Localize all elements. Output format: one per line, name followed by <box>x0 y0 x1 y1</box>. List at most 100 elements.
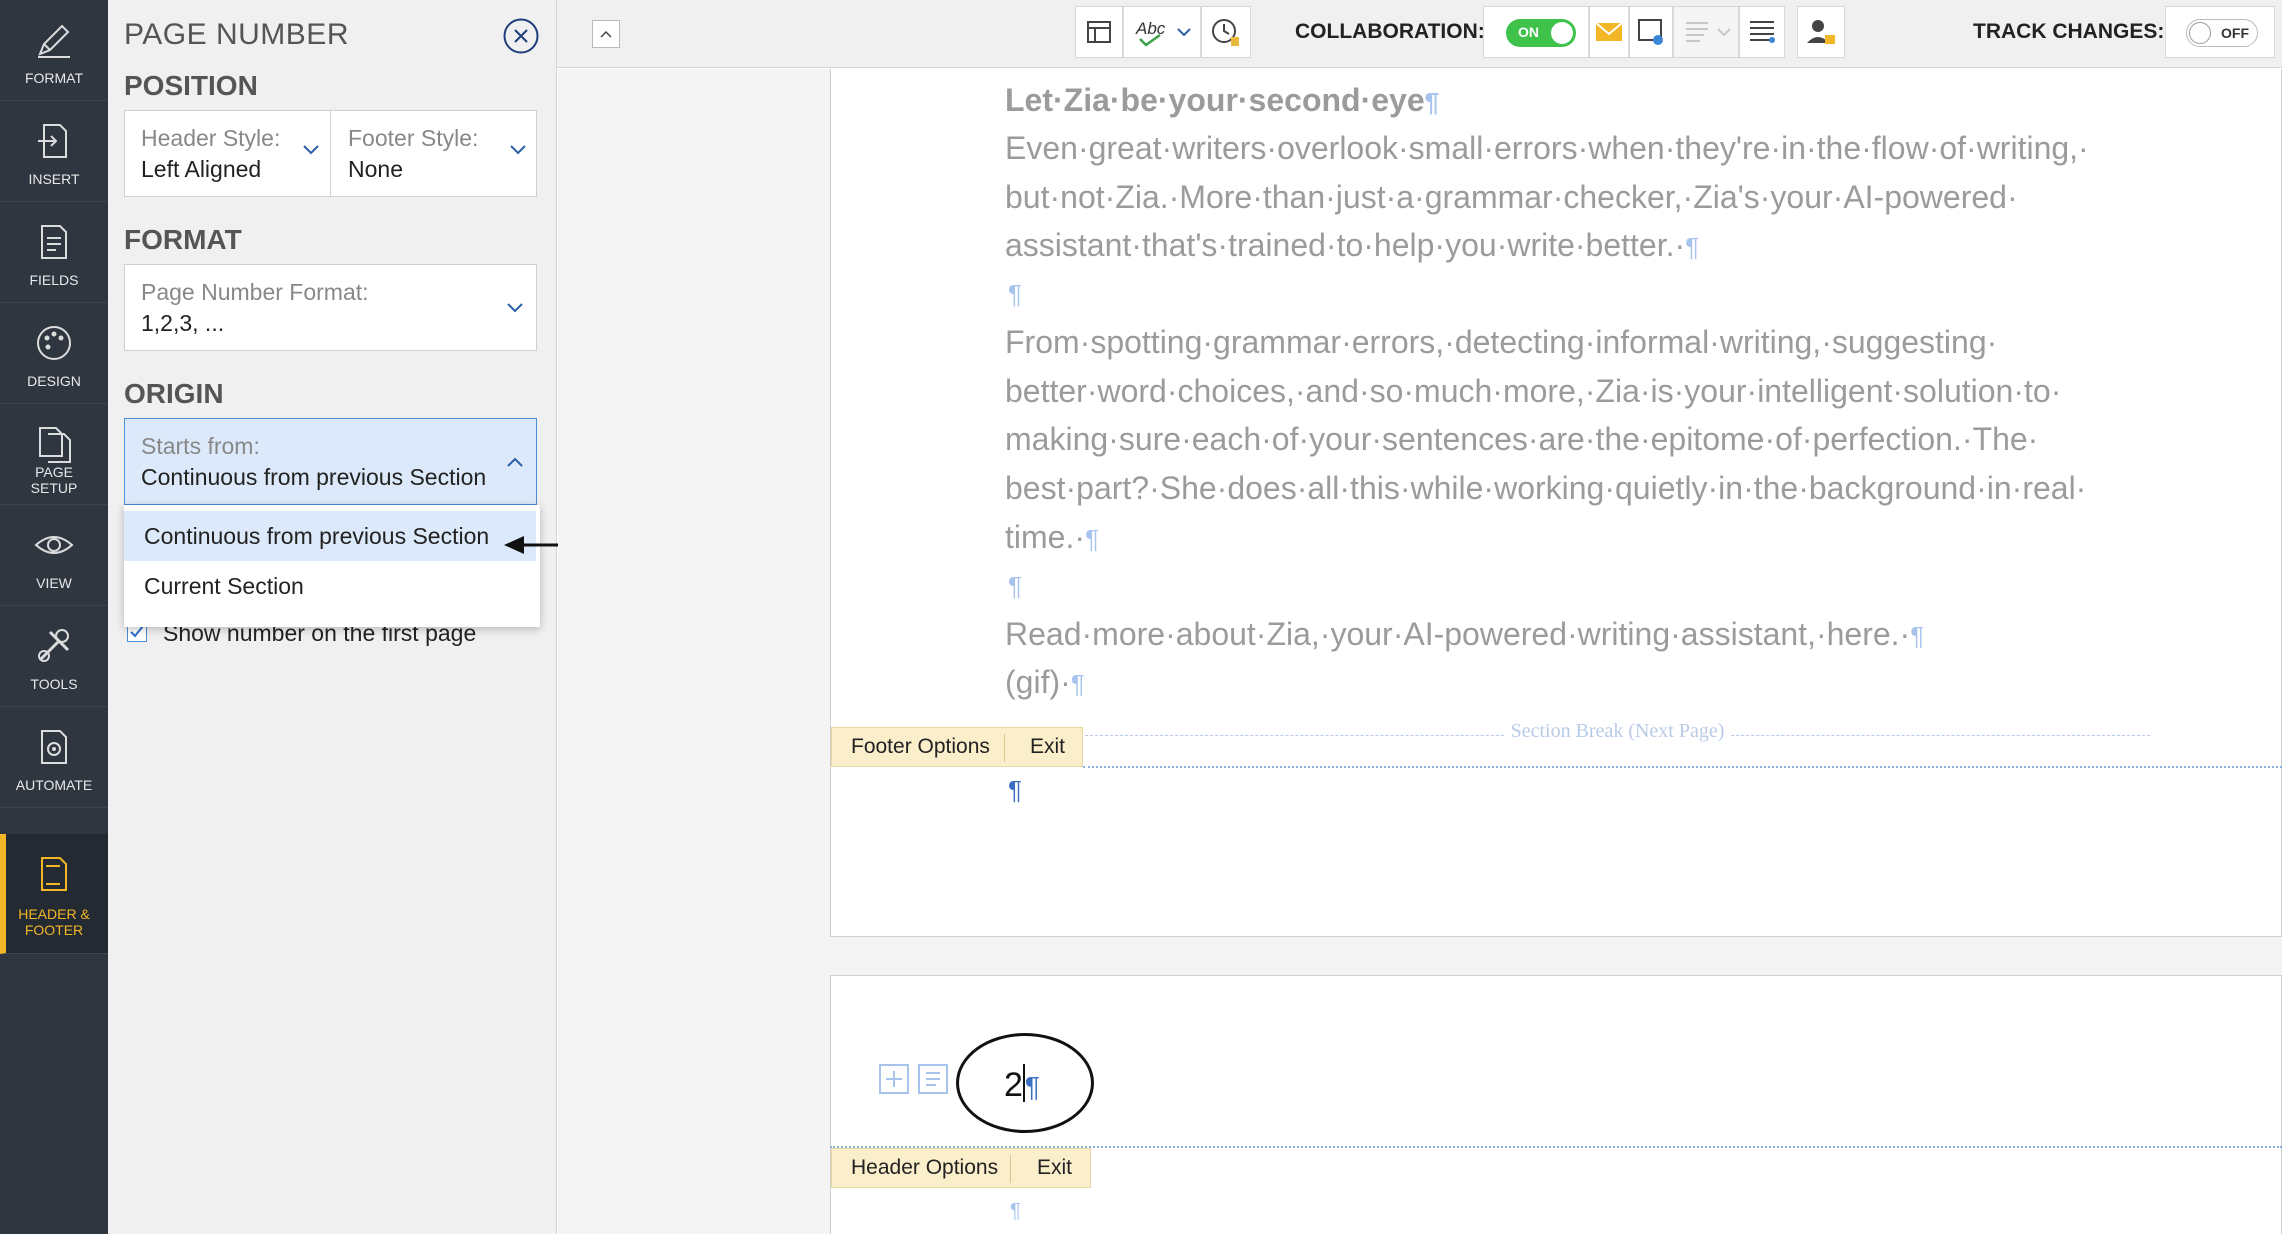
left-nav-rail: FORMAT INSERT FIELDS DESIGN PAGE SETUP V… <box>0 0 108 1234</box>
pilcrow-empty-2: ¶ <box>1008 571 1022 601</box>
doc-para3-line1[interactable]: Read·more·about·Zia,·your·AI-powered·wri… <box>1005 610 1924 660</box>
collapse-toolbar-button[interactable] <box>592 20 620 48</box>
pen-icon <box>38 24 70 58</box>
rail-label-automate: AUTOMATE <box>15 777 93 793</box>
rail-item-header-footer[interactable]: HEADER & FOOTER <box>0 834 108 954</box>
mail-button[interactable] <box>1589 6 1629 58</box>
history-icon <box>1212 19 1239 46</box>
rail-label-insert: INSERT <box>28 171 80 187</box>
doc-para2-line4[interactable]: best·part?·She·does·all·this·while·worki… <box>1005 464 2086 512</box>
doc-para3-line1-text: Read·more·about·Zia,·your·AI-powered·wri… <box>1005 616 1911 652</box>
doc-para1-line2[interactable]: but·not·Zia.·More·than·just·a·grammar·ch… <box>1005 173 2018 221</box>
starts-from-select[interactable]: Starts from: Continuous from previous Se… <box>124 418 537 505</box>
doc-heading-text: Let·Zia·be·your·second·eye <box>1005 82 1425 118</box>
toggle-knob <box>2189 22 2211 44</box>
footer-exit-button[interactable]: Exit <box>1030 728 1065 766</box>
collaboration-toggle[interactable]: ON <box>1506 19 1576 47</box>
pilcrow: ¶ <box>1424 87 1440 117</box>
doc-para3-line2-text: (gif)· <box>1005 664 1071 700</box>
track-changes-toggle-text: OFF <box>2221 25 2249 41</box>
chevron-down-icon <box>507 303 523 313</box>
notes-button[interactable] <box>1673 6 1739 58</box>
layout-button[interactable] <box>1075 6 1123 58</box>
starts-from-label: Starts from: <box>141 433 260 459</box>
format-heading: FORMAT <box>124 224 242 255</box>
insert-icon <box>38 124 67 158</box>
doc-para2-line3[interactable]: making·sure·each·of·your·sentences·are·t… <box>1005 415 2038 463</box>
page-number-format-select[interactable]: Page Number Format: 1,2,3, ... <box>124 264 537 351</box>
doc-para2-line2[interactable]: better·word·choices,·and·so·much·more,·Z… <box>1005 367 2061 415</box>
doc-para1-line3-text: assistant·that's·trained·to·help·you·wri… <box>1005 227 1686 263</box>
footer-options-button[interactable]: Footer Options <box>851 728 990 766</box>
rail-label-page-setup: PAGE SETUP <box>30 464 78 496</box>
collaboration-toggle-text: ON <box>1518 24 1539 40</box>
rail-item-page-setup[interactable]: PAGE SETUP <box>0 404 108 505</box>
rail-item-tools[interactable]: TOOLS <box>0 606 108 707</box>
close-icon[interactable] <box>503 18 539 54</box>
chevron-down-icon <box>1177 28 1191 37</box>
pilcrow-empty-1: ¶ <box>1008 279 1022 309</box>
rail-item-design[interactable]: DESIGN <box>0 303 108 404</box>
user-edit-icon <box>1807 20 1835 44</box>
header-exit-button[interactable]: Exit <box>1037 1149 1072 1187</box>
footer-boundary <box>1083 766 2282 768</box>
footer-style-value: None <box>348 156 403 182</box>
pilcrow: ¶ <box>1070 669 1085 699</box>
panel-title: PAGE NUMBER <box>124 18 349 51</box>
user-button[interactable] <box>1797 6 1845 58</box>
header-style-select[interactable]: Header Style: Left Aligned <box>125 111 331 196</box>
section-break-text: Section Break (Next Page) <box>1504 720 1731 742</box>
footer-options-tag: Footer Options Exit <box>831 727 1083 767</box>
doc-para2-line5[interactable]: time.·¶ <box>1005 513 1099 563</box>
rail-item-fields[interactable]: FIELDS <box>0 202 108 303</box>
rail-item-insert[interactable]: INSERT <box>0 101 108 202</box>
notes-icon <box>1686 22 1731 42</box>
doc-para1-line3[interactable]: assistant·that's·trained·to·help·you·wri… <box>1005 221 1699 271</box>
doc-para1-line1[interactable]: Even·great·writers·overlook·small·errors… <box>1005 124 2089 172</box>
comment-icon <box>1638 19 1663 45</box>
tag-separator <box>1010 1155 1011 1183</box>
doc-para2-line5-text: time.· <box>1005 519 1085 555</box>
comments-button[interactable] <box>1629 6 1673 58</box>
collaboration-toggle-box: ON <box>1483 6 1589 58</box>
rail-label-view: VIEW <box>36 575 72 591</box>
layout-icon <box>1087 21 1111 43</box>
position-box: Header Style: Left Aligned Footer Style:… <box>124 110 537 197</box>
history-button[interactable] <box>1201 6 1251 58</box>
header-style-label: Header Style: <box>141 125 281 151</box>
body-pilcrow: ¶ <box>1010 1200 1021 1222</box>
spellcheck-icon <box>1139 33 1161 47</box>
chevron-down-icon <box>303 145 319 155</box>
rail-item-view[interactable]: VIEW <box>0 505 108 606</box>
add-icon[interactable] <box>879 1064 909 1094</box>
text-lines-button[interactable] <box>1739 6 1785 58</box>
doc-heading[interactable]: Let·Zia·be·your·second·eye¶ <box>1005 76 1439 126</box>
chevron-up-icon <box>507 457 523 467</box>
fields-icon <box>41 225 67 259</box>
dropdown-option-continuous[interactable]: Continuous from previous Section <box>124 511 536 561</box>
header-options-button[interactable]: Header Options <box>851 1149 998 1187</box>
rail-label-fields: FIELDS <box>29 272 79 288</box>
rail-item-format[interactable]: FORMAT <box>0 0 108 101</box>
footer-style-select[interactable]: Footer Style: None <box>332 111 537 196</box>
rail-label-header-footer: HEADER & FOOTER <box>18 906 90 938</box>
track-changes-toggle[interactable]: OFF <box>2186 19 2258 47</box>
eye-icon <box>34 536 74 554</box>
dropdown-option-current-section[interactable]: Current Section <box>124 561 536 611</box>
spellcheck-button[interactable]: Abc <box>1123 6 1201 58</box>
palette-icon <box>37 326 71 360</box>
doc-para3-line2[interactable]: (gif)·¶ <box>1005 658 1085 708</box>
rail-item-automate[interactable]: AUTOMATE <box>0 707 108 808</box>
pilcrow: ¶ <box>1910 621 1925 651</box>
tools-icon <box>38 629 70 662</box>
doc-para2-line1[interactable]: From·spotting·grammar·errors,·detecting·… <box>1005 318 1997 366</box>
collaboration-label: COLLABORATION: <box>1295 20 1485 43</box>
toggle-knob <box>1551 22 1573 44</box>
page-number-format-value: 1,2,3, ... <box>141 310 225 336</box>
footer-pilcrow[interactable]: ¶ <box>1008 766 1022 814</box>
align-icon[interactable] <box>918 1064 948 1094</box>
rail-label-format: FORMAT <box>24 70 84 86</box>
chevron-up-icon <box>600 30 612 38</box>
rail-label-tools: TOOLS <box>30 676 78 692</box>
starts-from-value: Continuous from previous Section <box>141 464 487 490</box>
